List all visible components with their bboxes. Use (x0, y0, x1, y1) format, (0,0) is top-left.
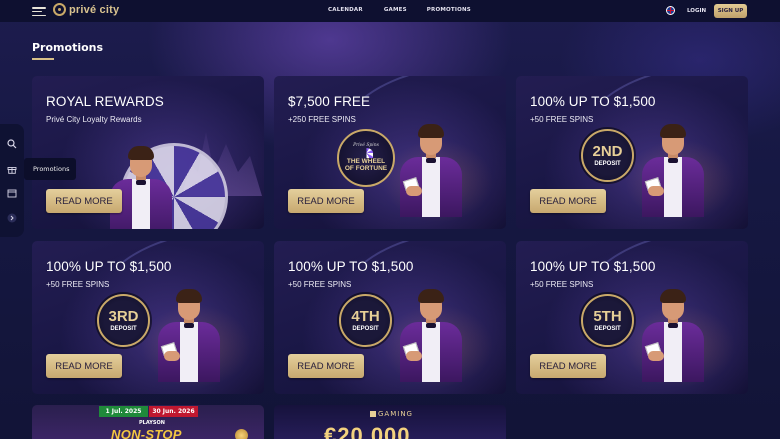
card-subtitle: +50 FREE SPINS (530, 115, 594, 124)
top-navigation-bar: privé city CALENDAR GAMES PROMOTIONS LOG… (0, 0, 780, 22)
card-title: 100% UP TO $1,500 (530, 259, 656, 274)
provider-logo-text: PLAYSON (139, 420, 165, 426)
promo-card-wheel-of-fortune[interactable]: $7,500 FREE +250 FREE SPINS Privé Spins … (274, 76, 506, 229)
host-illustration (158, 289, 220, 382)
promo-card-4th-deposit[interactable]: 100% UP TO $1,500 +50 FREE SPINS 4TH DEP… (274, 241, 506, 394)
nav-calendar[interactable]: CALENDAR (328, 7, 363, 13)
host-illustration (400, 289, 462, 382)
prize-amount: €20,000 (324, 423, 411, 439)
promo-title: NON-STOP (111, 427, 182, 439)
card-subtitle: +50 FREE SPINS (46, 280, 110, 289)
search-icon[interactable] (7, 139, 17, 149)
provider-logo-icon (370, 411, 376, 417)
host-illustration (400, 124, 462, 217)
badge-label: DEPOSIT (110, 326, 137, 332)
coin-icon (235, 429, 248, 439)
card-title: 100% UP TO $1,500 (288, 259, 414, 274)
read-more-button[interactable]: READ MORE (46, 354, 122, 378)
wheel-icon (359, 148, 373, 159)
end-date-badge: 30 Jun. 2026 (149, 406, 198, 417)
chevron-right-icon[interactable] (7, 213, 17, 223)
deposit-badge: 5TH DEPOSIT (581, 294, 634, 347)
read-more-button[interactable]: READ MORE (288, 189, 364, 213)
host-illustration (110, 146, 172, 229)
card-subtitle: +250 FREE SPINS (288, 115, 356, 124)
deposit-badge: 3RD DEPOSIT (97, 294, 150, 347)
badge-label: DEPOSIT (352, 326, 379, 332)
read-more-button[interactable]: READ MORE (530, 189, 606, 213)
login-button[interactable]: LOGIN (687, 8, 706, 14)
promo-card-5th-deposit[interactable]: 100% UP TO $1,500 +50 FREE SPINS 5TH DEP… (516, 241, 748, 394)
provider-logo: GAMING (370, 410, 413, 418)
read-more-button[interactable]: READ MORE (530, 354, 606, 378)
badge-number: 2ND (592, 143, 623, 160)
wheel-of-fortune-badge: Privé Spins THE WHEEL OF FORTUNE (337, 129, 395, 187)
badge-line-2: OF FORTUNE (344, 165, 388, 172)
badge-label: DEPOSIT (594, 326, 621, 332)
main-nav: CALENDAR GAMES PROMOTIONS (328, 7, 471, 13)
promo-card-prize-pool[interactable]: GAMING €20,000 (274, 405, 506, 439)
nav-games[interactable]: GAMES (384, 7, 407, 13)
promo-card-2nd-deposit[interactable]: 100% UP TO $1,500 +50 FREE SPINS 2ND DEP… (516, 76, 748, 229)
logo-mark-icon (53, 3, 66, 16)
side-toolbar (0, 124, 24, 237)
uk-flag-icon[interactable] (666, 6, 675, 15)
badge-label: DEPOSIT (594, 161, 621, 167)
badge-number: 4TH (351, 308, 380, 325)
card-title: ROYAL REWARDS (46, 94, 164, 109)
provider-logo-text: GAMING (378, 410, 413, 418)
host-illustration (642, 124, 704, 217)
host-illustration (642, 289, 704, 382)
card-title: 100% UP TO $1,500 (46, 259, 172, 274)
calendar-icon[interactable] (7, 188, 17, 198)
badge-number: 5TH (593, 308, 622, 325)
deposit-badge: 4TH DEPOSIT (339, 294, 392, 347)
gift-icon[interactable] (7, 164, 17, 174)
page-title: Promotions (32, 41, 104, 54)
card-subtitle: +50 FREE SPINS (288, 280, 352, 289)
hamburger-menu-icon[interactable] (32, 7, 46, 16)
card-subtitle: +50 FREE SPINS (530, 280, 594, 289)
badge-number: 3RD (108, 308, 139, 325)
promo-card-non-stop[interactable]: 1 Jul. 2025 30 Jun. 2026 PLAYSON NON-STO… (32, 405, 264, 439)
card-subtitle: Privé City Loyalty Rewards (46, 115, 142, 124)
nav-promotions[interactable]: PROMOTIONS (427, 7, 471, 13)
logo-text: privé city (69, 3, 120, 16)
card-title: $7,500 FREE (288, 94, 371, 109)
card-title: 100% UP TO $1,500 (530, 94, 656, 109)
promo-card-3rd-deposit[interactable]: 100% UP TO $1,500 +50 FREE SPINS 3RD DEP… (32, 241, 264, 394)
read-more-button[interactable]: READ MORE (46, 189, 122, 213)
read-more-button[interactable]: READ MORE (288, 354, 364, 378)
start-date-badge: 1 Jul. 2025 (99, 406, 148, 417)
title-underline (32, 58, 54, 60)
deposit-badge: 2ND DEPOSIT (581, 129, 634, 182)
signup-button[interactable]: SIGN UP (714, 4, 747, 18)
sidebar-tooltip: Promotions (24, 158, 76, 180)
promo-card-royal-rewards[interactable]: ROYAL REWARDS Privé City Loyalty Rewards… (32, 76, 264, 229)
site-logo[interactable]: privé city (53, 3, 119, 16)
